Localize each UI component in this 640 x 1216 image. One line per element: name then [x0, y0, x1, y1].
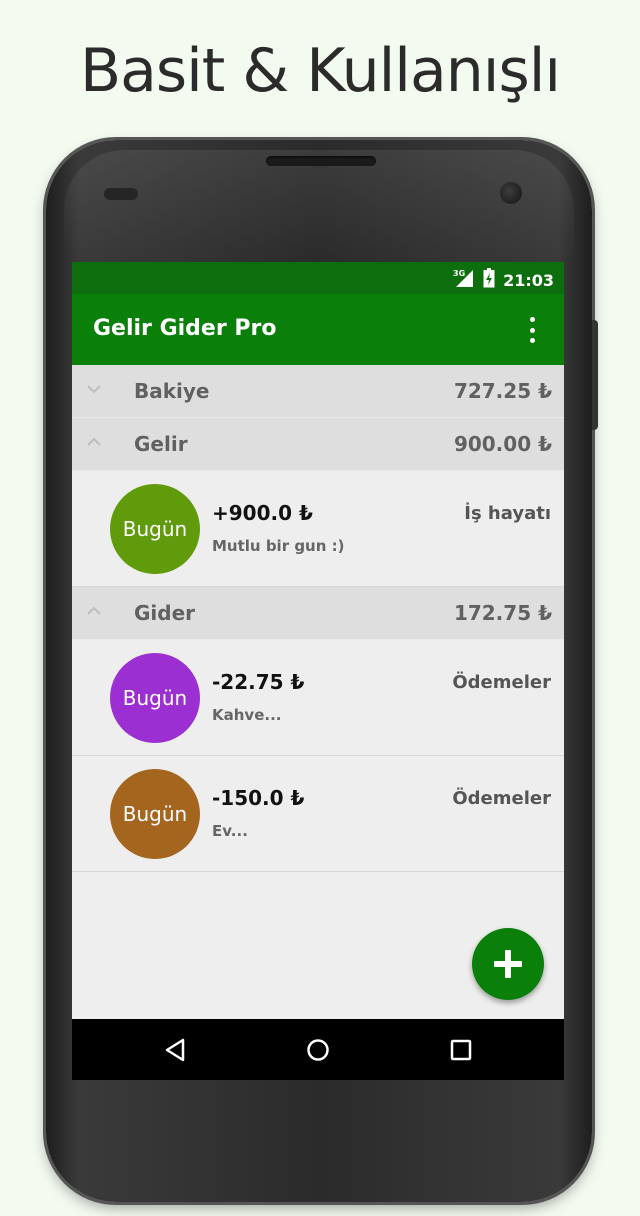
signal-icon: 3G [453, 268, 475, 292]
chevron-up-icon [87, 437, 101, 446]
phone-screen: 3G 21:03 Gelir Gider Pro Bakiye 727.25 ₺… [72, 262, 564, 1080]
section-label: Gelir [134, 432, 188, 456]
system-nav-bar [72, 1019, 564, 1080]
list-item[interactable]: Bugün +900.0 ₺ Mutlu bir gun :) İş hayat… [72, 471, 564, 587]
earpiece-speaker [266, 156, 376, 166]
app-bar: Gelir Gider Pro [72, 294, 564, 365]
chevron-up-icon [87, 606, 101, 615]
proximity-sensor [104, 188, 138, 200]
section-balance[interactable]: Bakiye 727.25 ₺ [72, 365, 564, 418]
entry-amount: -22.75 ₺ [212, 670, 305, 694]
promo-headline: Basit & Kullanışlı [79, 36, 561, 106]
list-item[interactable]: Bugün -22.75 ₺ Kahve... Ödemeler [72, 640, 564, 756]
back-icon[interactable] [162, 1036, 190, 1064]
recents-icon[interactable] [447, 1036, 475, 1064]
entry-description: Mutlu bir gun :) [212, 537, 345, 555]
entry-category: İş hayatı [464, 503, 551, 524]
entry-category: Ödemeler [452, 788, 551, 809]
entry-amount: -150.0 ₺ [212, 786, 305, 810]
entry-description: Kahve... [212, 706, 282, 724]
status-time: 21:03 [503, 270, 554, 290]
battery-icon [483, 268, 495, 292]
status-icons: 3G 21:03 [453, 268, 554, 292]
front-camera [500, 182, 522, 204]
home-icon[interactable] [304, 1036, 332, 1064]
plus-icon [494, 950, 522, 978]
date-avatar: Bugün [110, 653, 200, 743]
section-income[interactable]: Gelir 900.00 ₺ [72, 418, 564, 471]
entry-amount: +900.0 ₺ [212, 501, 313, 525]
status-bar: 3G 21:03 [72, 262, 564, 294]
section-label: Bakiye [134, 379, 210, 403]
add-entry-button[interactable] [472, 928, 544, 1000]
date-avatar: Bugün [110, 484, 200, 574]
entry-description: Ev... [212, 822, 248, 840]
list-item[interactable]: Bugün -150.0 ₺ Ev... Ödemeler [72, 756, 564, 872]
overflow-menu-icon[interactable] [522, 317, 542, 343]
section-amount: 727.25 ₺ [453, 379, 552, 403]
entry-category: Ödemeler [452, 672, 551, 693]
phone-gloss [64, 150, 574, 260]
chevron-down-icon [87, 385, 101, 394]
date-avatar: Bugün [110, 769, 200, 859]
power-button [592, 320, 598, 430]
section-expense[interactable]: Gider 172.75 ₺ [72, 587, 564, 640]
section-label: Gider [134, 601, 196, 625]
section-amount: 900.00 ₺ [453, 432, 552, 456]
svg-text:3G: 3G [453, 269, 465, 278]
section-amount: 172.75 ₺ [453, 601, 552, 625]
app-title: Gelir Gider Pro [93, 316, 277, 341]
